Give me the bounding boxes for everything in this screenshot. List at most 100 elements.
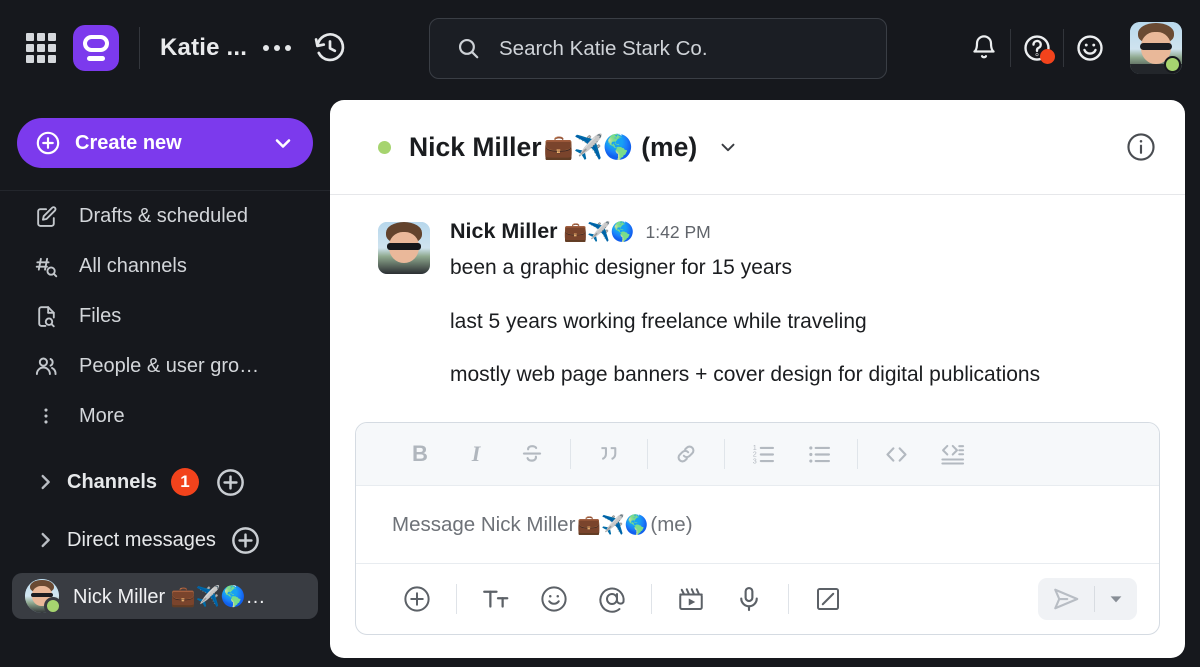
conversation-panel: Nick Miller 💼✈️🌎 (me) Nick Miller 💼✈️🌎 1… <box>330 100 1185 658</box>
workspace-name[interactable]: Katie ... <box>160 34 247 62</box>
action-divider <box>788 584 789 614</box>
search-input[interactable]: Search Katie Stark Co. <box>429 18 887 79</box>
more-vertical-icon <box>33 405 59 427</box>
composer-action-bar <box>356 564 1159 634</box>
plus-circle-icon[interactable] <box>388 576 446 622</box>
avatar-sunglasses <box>386 242 422 250</box>
toolbar-divider <box>570 439 571 469</box>
placeholder-suffix: (me) <box>650 512 693 536</box>
sidebar-item-label: People & user gro… <box>79 354 260 377</box>
at-mention-icon[interactable] <box>583 576 641 622</box>
code-icon[interactable] <box>868 432 924 476</box>
create-new-button[interactable]: Create new <box>17 118 313 168</box>
search-placeholder: Search Katie Stark Co. <box>499 36 708 60</box>
chevron-down-icon[interactable] <box>717 136 739 158</box>
chevron-down-icon <box>271 131 295 155</box>
conversation-title-name: Nick Miller <box>409 131 542 162</box>
top-bar-divider <box>139 27 140 69</box>
sidebar-item-people-user-groups[interactable]: People & user gro… <box>0 341 330 391</box>
placeholder-emoji: 💼✈️🌎 <box>577 514 649 536</box>
strikethrough-icon[interactable] <box>504 432 560 476</box>
action-divider <box>456 584 457 614</box>
sidebar-item-drafts-scheduled[interactable]: Drafts & scheduled <box>0 191 330 241</box>
file-search-icon <box>33 304 59 329</box>
message-line: mostly web page banners + cover design f… <box>450 363 1041 387</box>
nick-miller-avatar[interactable] <box>378 222 430 274</box>
bell-icon[interactable] <box>958 22 1010 74</box>
placeholder-prefix: Message Nick Miller <box>392 512 576 536</box>
sidebar-section-channels[interactable]: Channels 1 <box>0 453 330 511</box>
sidebar-item-all-channels[interactable]: All channels <box>0 241 330 291</box>
sidebar-dm-nick-miller[interactable]: Nick Miller 💼✈️🌎… <box>12 573 318 619</box>
sidebar: Create new Drafts & scheduled All channe… <box>0 96 330 667</box>
help-question-icon[interactable] <box>1011 22 1063 74</box>
grid-apps-icon[interactable] <box>26 33 56 63</box>
canvas-icon[interactable] <box>799 576 857 622</box>
sidebar-item-files[interactable]: Files <box>0 291 330 341</box>
code-block-icon[interactable] <box>924 432 980 476</box>
message-author-name: Nick Miller <box>450 219 558 243</box>
avatar-sunglasses <box>31 592 53 597</box>
chevron-right-icon[interactable] <box>34 471 60 493</box>
microphone-icon[interactable] <box>720 576 778 622</box>
info-circle-icon[interactable] <box>1125 131 1157 163</box>
blockquote-icon[interactable] <box>581 432 637 476</box>
conversation-title[interactable]: Nick Miller 💼✈️🌎 (me) <box>409 132 697 163</box>
chevron-down-icon[interactable] <box>1095 578 1137 620</box>
sidebar-item-more[interactable]: More <box>0 391 330 441</box>
plus-circle-icon <box>35 130 61 156</box>
top-bar: Katie ... Search Katie Stark Co. <box>0 0 1200 96</box>
bulleted-list-icon[interactable] <box>791 432 847 476</box>
slack-app-window: Katie ... Search Katie Stark Co. Create … <box>0 0 1200 667</box>
sidebar-item-label: Files <box>79 304 122 327</box>
logo-bar-shape <box>87 56 105 61</box>
svg-text:3: 3 <box>752 456 756 465</box>
user-avatar[interactable] <box>1130 22 1182 74</box>
toolbar-divider <box>857 439 858 469</box>
smiley-face-icon[interactable] <box>525 576 583 622</box>
message-author-emoji: 💼✈️🌎 <box>563 222 635 243</box>
sidebar-item-label: More <box>79 404 125 427</box>
message-timestamp[interactable]: 1:42 PM <box>646 222 711 243</box>
message-line: been a graphic designer for 15 years <box>450 256 793 279</box>
drafts-pencil-icon <box>33 204 59 229</box>
video-clip-icon[interactable] <box>662 576 720 622</box>
text-format-icon[interactable] <box>467 576 525 622</box>
top-bar-right-cluster <box>958 0 1200 96</box>
send-button-group <box>1038 578 1137 620</box>
message-item: Nick Miller 💼✈️🌎 1:42 PM been a graphic … <box>330 219 1185 388</box>
help-notification-badge <box>1040 49 1055 64</box>
presence-indicator <box>44 597 62 615</box>
add-direct-message-button[interactable] <box>230 525 261 556</box>
smiley-face-icon[interactable] <box>1064 22 1116 74</box>
presence-indicator <box>1164 56 1181 73</box>
send-arrow-icon[interactable] <box>1038 578 1094 620</box>
ellipsis-icon[interactable] <box>263 33 292 63</box>
italic-icon[interactable]: I <box>448 432 504 476</box>
message-meta: Nick Miller 💼✈️🌎 1:42 PM <box>450 219 1145 244</box>
avatar-sunglasses <box>1139 42 1173 50</box>
formatting-toolbar: B I 1 2 3 <box>356 423 1159 486</box>
message-input-placeholder: Message Nick Miller 💼✈️🌎 (me) <box>392 513 693 537</box>
message-input[interactable]: Message Nick Miller 💼✈️🌎 (me) <box>356 486 1159 564</box>
hash-search-icon <box>33 254 59 279</box>
nick-miller-avatar <box>25 579 62 615</box>
conversation-header: Nick Miller 💼✈️🌎 (me) <box>330 100 1185 195</box>
people-icon <box>33 353 59 379</box>
message-author[interactable]: Nick Miller 💼✈️🌎 <box>450 219 635 244</box>
create-new-label: Create new <box>75 131 182 154</box>
sidebar-section-label: Channels <box>67 470 158 493</box>
link-icon[interactable] <box>658 432 714 476</box>
history-clock-icon[interactable] <box>313 31 347 65</box>
conversation-title-suffix: (me) <box>641 131 698 162</box>
bold-icon[interactable]: B <box>392 432 448 476</box>
chevron-right-icon[interactable] <box>34 529 60 551</box>
sidebar-item-label: All channels <box>79 254 187 277</box>
ordered-list-icon[interactable]: 1 2 3 <box>735 432 791 476</box>
sidebar-section-direct-messages[interactable]: Direct messages <box>0 511 330 569</box>
message-body: Nick Miller 💼✈️🌎 1:42 PM been a graphic … <box>450 219 1145 388</box>
workspace-logo-icon[interactable] <box>73 25 119 71</box>
toolbar-divider <box>724 439 725 469</box>
add-channel-button[interactable] <box>215 467 246 498</box>
bold-label: B <box>412 441 428 466</box>
